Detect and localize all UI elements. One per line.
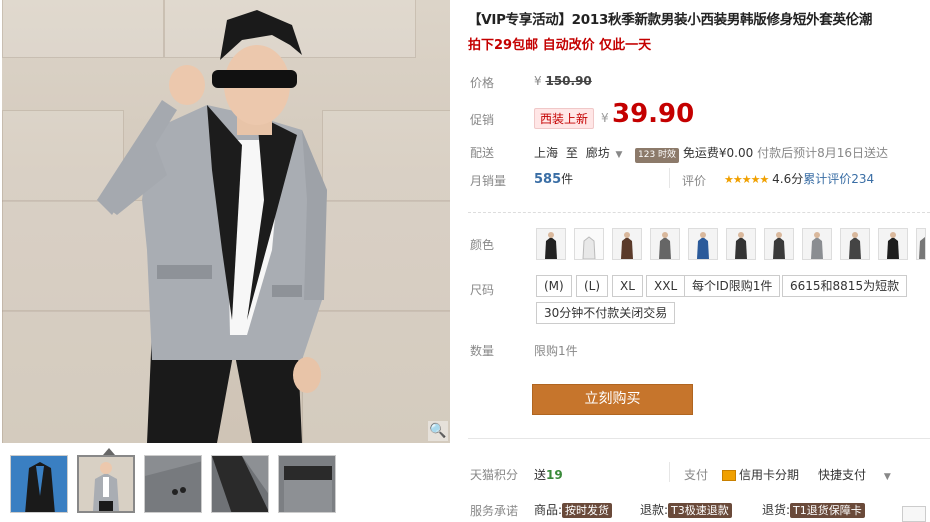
service-label: 服务承诺 <box>470 504 519 518</box>
thumbnail-5[interactable] <box>278 455 336 513</box>
shipping-estimate: 付款后预计8月16日送达 <box>757 146 888 160</box>
promo-currency: ¥ <box>601 111 609 125</box>
color-swatch-3[interactable] <box>612 228 642 260</box>
service-refund[interactable]: 退款: T3极速退款 <box>640 501 732 518</box>
original-price-value: 150.90 <box>545 74 592 88</box>
thumbnail-4[interactable] <box>211 455 269 513</box>
quantity-limit: 限购1件 <box>534 344 578 358</box>
color-swatch-1[interactable] <box>536 228 566 260</box>
service-return-label: 退货: <box>762 503 791 517</box>
credit-installment-label: 信用卡分期 <box>739 468 800 482</box>
main-product-image[interactable]: 🔍 <box>2 0 450 443</box>
return-guarantee-badge: T1退货保障卡 <box>790 503 865 518</box>
quantity-label: 数量 <box>470 344 495 358</box>
thumbnail-strip <box>10 455 336 513</box>
size-option-xxl[interactable]: XXL <box>646 275 686 297</box>
divider <box>669 462 670 482</box>
credit-card-icon <box>722 470 736 481</box>
time-badge: 123 时效 <box>635 148 680 163</box>
buy-now-button[interactable]: 立刻购买 <box>532 384 693 415</box>
color-swatch-6[interactable] <box>726 228 756 260</box>
rating-stars-icon: ★★★★★ <box>724 173 769 186</box>
quick-pay[interactable]: 快捷支付 ▼ <box>818 466 891 483</box>
product-subtitle: 拍下29包邮 自动改价 仅此一天 <box>468 38 652 53</box>
size-option-timeout[interactable]: 30分钟不付款关闭交易 <box>536 302 676 324</box>
model-figure <box>97 10 327 443</box>
shipping-to[interactable]: 廊坊 <box>586 146 610 160</box>
sales-unit: 件 <box>561 172 574 186</box>
promo-label: 促销 <box>470 113 495 127</box>
rating-score: 4.6分 <box>772 172 804 186</box>
fast-refund-badge: T3极速退款 <box>668 503 732 518</box>
shipping-label: 配送 <box>470 146 495 160</box>
size-label: 尺码 <box>470 283 495 297</box>
thumbnail-3[interactable] <box>144 455 202 513</box>
color-swatch-7[interactable] <box>764 228 794 260</box>
promo-price: 39.90 <box>612 99 695 129</box>
section-divider <box>468 438 930 439</box>
quick-pay-label: 快捷支付 <box>818 468 867 482</box>
rating[interactable]: ★★★★★ 4.6分累计评价234 <box>724 170 874 187</box>
color-swatch-5[interactable] <box>688 228 718 260</box>
on-time-badge: 按时发货 <box>562 503 613 518</box>
magnifier-icon: 🔍 <box>429 423 447 439</box>
dropdown-arrow-icon[interactable]: ▼ <box>616 150 623 160</box>
shipping-detail: 123 时效 免运费¥0.00 付款后预计8月16日送达 <box>635 144 888 163</box>
size-option-m[interactable]: (M) <box>536 275 572 297</box>
points-amount: 19 <box>546 468 563 482</box>
size-option-limit[interactable]: 每个ID限购1件 <box>684 275 781 297</box>
thumbnail-1[interactable] <box>10 455 68 513</box>
shipping-to-word: 至 <box>565 146 578 160</box>
service-goods[interactable]: 商品: 按时发货 <box>534 501 613 518</box>
original-price: ¥ 150.90 <box>534 74 592 88</box>
payment-label: 支付 <box>684 468 709 482</box>
service-return[interactable]: 退货: T1退货保障卡 <box>762 501 865 518</box>
color-swatch-11[interactable] <box>916 228 926 260</box>
points-label: 天猫积分 <box>470 468 519 482</box>
currency-symbol: ¥ <box>534 74 542 88</box>
divider <box>669 168 670 188</box>
service-goods-label: 商品: <box>534 503 563 517</box>
color-swatch-4[interactable] <box>650 228 680 260</box>
color-swatch-2[interactable] <box>574 228 604 260</box>
size-option-l[interactable]: (L) <box>576 275 609 297</box>
color-swatch-10[interactable] <box>878 228 908 260</box>
review-count[interactable]: 234 <box>851 172 874 186</box>
points-value: 送19 <box>534 466 563 483</box>
color-swatch-9[interactable] <box>840 228 870 260</box>
sales-count-value: 585 <box>534 172 562 187</box>
service-refund-label: 退款: <box>640 503 669 517</box>
promo-tag: 西装上新 <box>534 108 595 129</box>
thumbnail-2[interactable] <box>77 455 135 513</box>
sales-label: 月销量 <box>470 174 507 188</box>
expand-toggle[interactable] <box>902 506 926 522</box>
dropdown-arrow-icon[interactable]: ▼ <box>884 472 891 482</box>
color-swatch-8[interactable] <box>802 228 832 260</box>
shipping-route[interactable]: 上海 至 廊坊 ▼ <box>534 144 622 161</box>
price-label: 价格 <box>470 76 495 90</box>
credit-installment[interactable]: 信用卡分期 <box>722 466 799 483</box>
section-divider <box>468 212 930 213</box>
product-title[interactable]: 【VIP专享活动】2013秋季新款男装小西装男韩版修身短外套英伦潮 <box>468 8 872 28</box>
shipping-from: 上海 <box>534 146 559 160</box>
review-count-label[interactable]: 累计评价 <box>803 172 851 186</box>
zoom-button[interactable]: 🔍 <box>428 421 448 441</box>
rating-label: 评价 <box>682 174 707 188</box>
color-label: 颜色 <box>470 238 495 252</box>
shipping-fee: 免运费¥0.00 <box>682 146 754 160</box>
size-option-xl[interactable]: XL <box>612 275 643 297</box>
thumbnail-pointer-icon <box>103 448 115 455</box>
points-prefix: 送 <box>534 468 547 482</box>
sales-count: 585件 <box>534 170 573 187</box>
size-option-short[interactable]: 6615和8815为短款 <box>782 275 908 297</box>
